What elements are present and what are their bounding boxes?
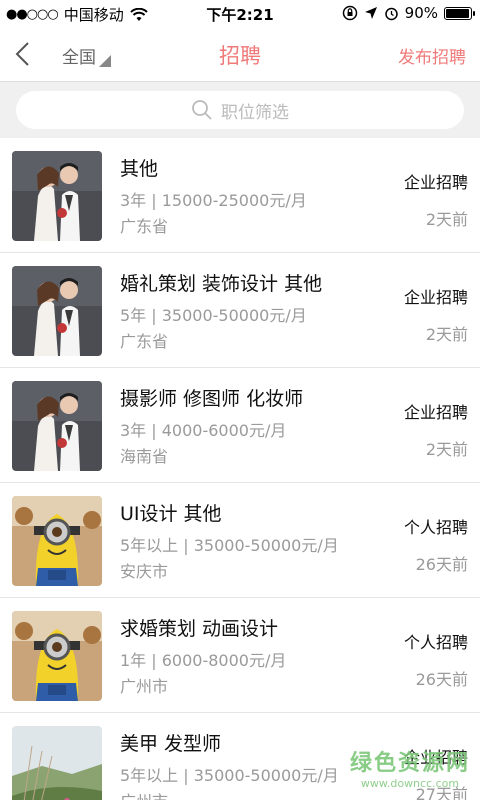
job-location: 广东省 xyxy=(120,217,169,236)
job-item[interactable]: 其他 3年 | 15000-25000元/月 广东省 企业招聘 2天前 xyxy=(0,138,480,253)
job-location: 海南省 xyxy=(120,447,169,466)
job-item[interactable]: 求婚策划 动画设计 1年 | 6000-8000元/月 广州市 个人招聘 26天… xyxy=(0,598,480,713)
region-selector[interactable]: 全国 xyxy=(62,43,111,68)
job-posted-time: 26天前 xyxy=(415,555,468,574)
region-label: 全国 xyxy=(62,48,96,68)
job-posted-time: 2天前 xyxy=(425,325,468,344)
job-item[interactable]: UI设计 其他 5年以上 | 35000-50000元/月 安庆市 个人招聘 2… xyxy=(0,483,480,598)
job-location: 广州市 xyxy=(120,788,168,800)
job-thumbnail xyxy=(12,381,102,471)
job-type: 企业招聘 xyxy=(403,403,468,422)
battery-percent: 90% xyxy=(404,4,438,22)
job-title: 美甲 发型师 xyxy=(120,733,222,755)
job-thumbnail xyxy=(12,496,102,586)
job-type: 个人招聘 xyxy=(403,518,468,537)
job-location: 广东省 xyxy=(120,332,169,351)
job-meta: 5年以上 | 35000-50000元/月 xyxy=(120,536,339,555)
job-thumbnail xyxy=(12,611,102,701)
job-meta: 5年 | 35000-50000元/月 xyxy=(120,306,307,325)
job-type: 企业招聘 xyxy=(403,173,468,192)
job-title: UI设计 其他 xyxy=(120,503,222,525)
battery-icon xyxy=(444,6,475,20)
job-meta: 3年 | 15000-25000元/月 xyxy=(120,191,307,210)
status-bar: ●●○○○ 中国移动 下午2:21 90% xyxy=(0,0,480,28)
job-title: 婚礼策划 装饰设计 其他 xyxy=(120,273,323,295)
search-input[interactable]: 职位筛选 xyxy=(16,91,464,129)
job-meta: 5年以上 | 35000-50000元/月 xyxy=(120,766,339,785)
job-title: 其他 xyxy=(120,158,159,180)
job-meta: 3年 | 4000-6000元/月 xyxy=(120,421,287,440)
job-list: 其他 3年 | 15000-25000元/月 广东省 企业招聘 2天前 婚礼策划… xyxy=(0,138,480,800)
search-placeholder: 职位筛选 xyxy=(221,102,289,123)
back-icon[interactable] xyxy=(10,40,38,68)
job-location: 安庆市 xyxy=(120,562,169,581)
job-thumbnail xyxy=(12,266,102,356)
job-title: 求婚策划 动画设计 xyxy=(120,618,279,640)
nav-bar: 全国 招聘 发布招聘 xyxy=(0,28,480,82)
dropdown-triangle-icon xyxy=(99,55,111,67)
search-icon xyxy=(192,100,212,120)
rotation-lock-icon xyxy=(342,5,357,21)
job-location: 广州市 xyxy=(120,677,169,696)
job-type: 个人招聘 xyxy=(403,633,468,652)
status-right: 90% xyxy=(342,4,475,22)
job-posted-time: 26天前 xyxy=(415,670,468,689)
job-type: 企业招聘 xyxy=(403,288,468,307)
job-posted-time: 2天前 xyxy=(425,210,468,229)
watermark: 绿色资源网 www.downcc.com xyxy=(350,745,470,790)
job-item[interactable]: 婚礼策划 装饰设计 其他 5年 | 35000-50000元/月 广东省 企业招… xyxy=(0,253,480,368)
post-job-button[interactable]: 发布招聘 xyxy=(398,43,466,68)
job-meta: 1年 | 6000-8000元/月 xyxy=(120,651,287,670)
battery-fill xyxy=(446,8,470,18)
watermark-url: www.downcc.com xyxy=(360,777,460,790)
job-thumbnail xyxy=(12,151,102,241)
watermark-main: 绿色资源网 xyxy=(349,751,470,776)
job-posted-time: 2天前 xyxy=(425,440,468,459)
job-thumbnail xyxy=(12,726,102,800)
search-bar: 职位筛选 xyxy=(0,82,480,138)
alarm-icon xyxy=(384,7,398,20)
job-item[interactable]: 摄影师 修图师 化妆师 3年 | 4000-6000元/月 海南省 企业招聘 2… xyxy=(0,368,480,483)
job-title: 摄影师 修图师 化妆师 xyxy=(120,388,304,410)
location-icon xyxy=(364,7,377,19)
